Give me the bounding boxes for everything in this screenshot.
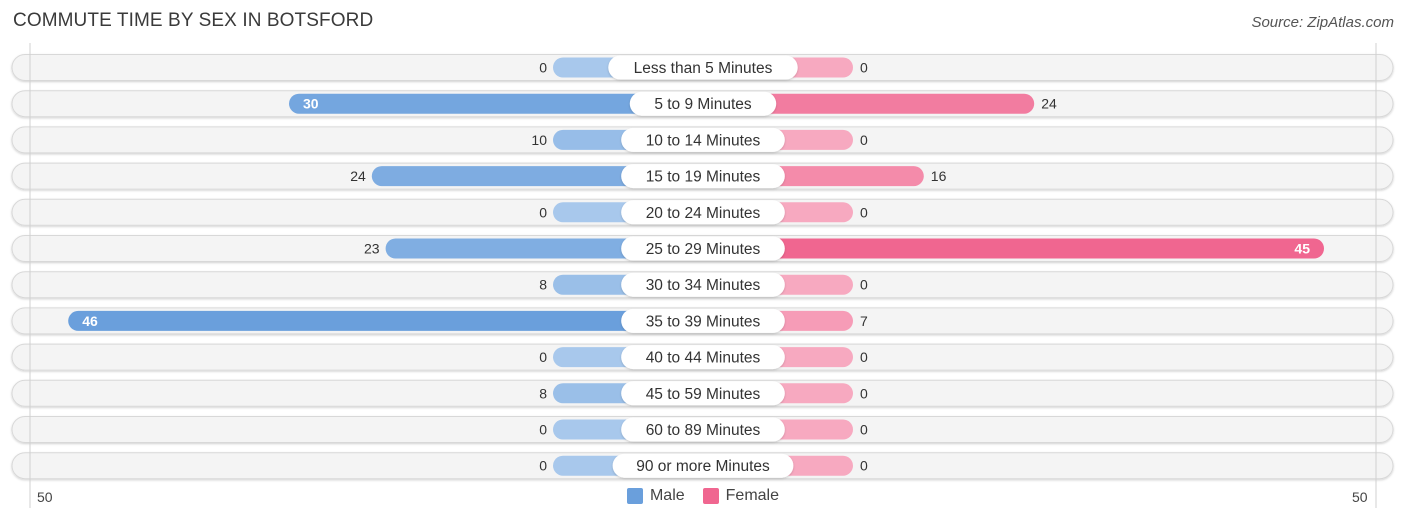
data-label-male: 0 [539, 204, 547, 220]
chart-row: 23 45 25 to 29 Minutes [11, 235, 1394, 262]
category-label: 60 to 89 Minutes [646, 422, 761, 439]
chart-row: 8 0 30 to 34 Minutes [11, 271, 1394, 299]
data-label-male: 30 [303, 96, 319, 112]
category-label: 30 to 34 Minutes [646, 277, 761, 294]
data-label-male: 24 [350, 168, 366, 184]
data-label-female: 0 [860, 458, 868, 474]
category-label: 25 to 29 Minutes [646, 241, 761, 258]
data-label-male: 46 [82, 313, 98, 329]
chart-row: 30 24 5 to 9 Minutes [11, 90, 1394, 118]
legend-label-male: Male [649, 487, 685, 504]
chart-canvas: 0 0 Less than 5 Minutes 30 24 5 to 9 Minutes 1… [11, 43, 1394, 508]
legend: Male Female [0, 487, 1406, 505]
data-label-male: 0 [539, 458, 547, 474]
data-label-female: 0 [860, 422, 868, 438]
chart-row: 46 7 35 to 39 Minutes [11, 307, 1394, 335]
data-label-male: 8 [539, 277, 547, 293]
data-label-female: 24 [1041, 96, 1057, 112]
legend-label-female: Female [725, 487, 780, 504]
legend-item-female[interactable]: Female [702, 487, 780, 505]
data-label-male: 23 [364, 241, 380, 257]
data-label-male: 0 [539, 349, 547, 365]
chart-row: 0 0 60 to 89 Minutes [11, 416, 1394, 443]
data-label-male: 0 [539, 60, 547, 76]
chart-row: 0 0 90 or more Minutes [11, 452, 1394, 480]
category-label: 20 to 24 Minutes [646, 205, 761, 222]
data-label-female: 0 [860, 385, 868, 401]
data-label-female: 0 [860, 204, 868, 220]
data-label-male: 0 [539, 422, 547, 438]
chart-row: 10 0 10 to 14 Minutes [11, 126, 1394, 154]
category-label: 40 to 44 Minutes [646, 350, 761, 367]
legend-swatch-male [626, 488, 643, 504]
data-label-female: 0 [860, 60, 868, 76]
chart-row: 8 0 45 to 59 Minutes [11, 379, 1394, 407]
category-label: 15 to 19 Minutes [646, 169, 761, 186]
category-label: 45 to 59 Minutes [646, 386, 761, 403]
legend-swatch-female [702, 488, 719, 504]
category-label: Less than 5 Minutes [634, 60, 773, 77]
data-label-female: 0 [860, 277, 868, 293]
category-label: 90 or more Minutes [636, 458, 770, 475]
data-label-female: 0 [860, 132, 868, 148]
category-label: 5 to 9 Minutes [654, 96, 752, 113]
data-label-male: 10 [531, 132, 547, 148]
bar-female [703, 238, 1324, 259]
chart-row: 0 0 Less than 5 Minutes [11, 54, 1394, 81]
category-label: 35 to 39 Minutes [646, 313, 761, 330]
chart-row: 0 0 20 to 24 Minutes [11, 198, 1394, 226]
data-label-female: 7 [860, 313, 868, 329]
legend-item-male[interactable]: Male [626, 487, 685, 505]
data-label-female: 0 [860, 349, 868, 365]
chart-row: 0 0 40 to 44 Minutes [11, 343, 1394, 371]
category-label: 10 to 14 Minutes [646, 132, 761, 149]
bar-male [68, 310, 703, 331]
data-label-male: 8 [539, 385, 547, 401]
data-label-female: 16 [931, 168, 947, 184]
chart-row: 24 16 15 to 19 Minutes [11, 162, 1394, 190]
data-label-female: 45 [1294, 241, 1310, 257]
